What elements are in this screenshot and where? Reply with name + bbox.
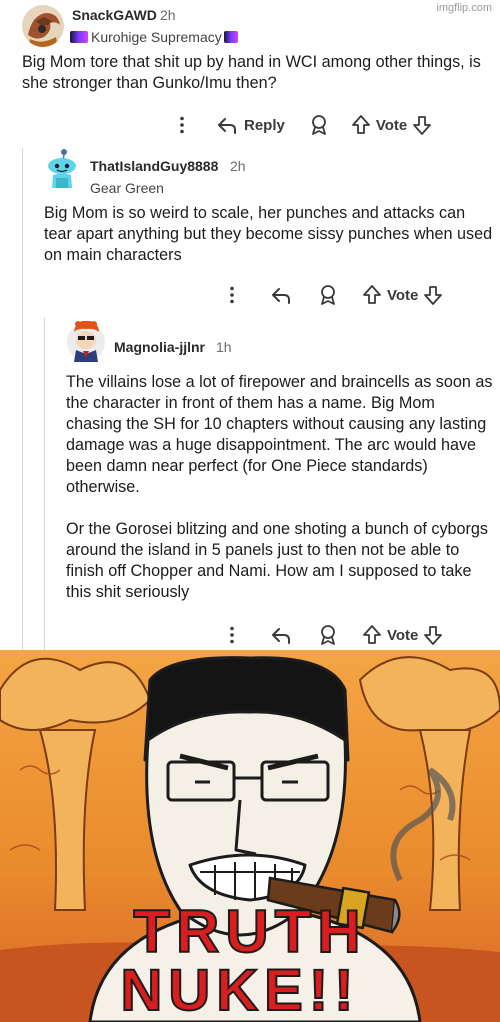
more-options-icon[interactable] bbox=[226, 285, 238, 305]
comment-paragraph: Big Mom is so weird to scale, her punche… bbox=[44, 204, 493, 264]
reply-label: Reply bbox=[244, 116, 285, 134]
avatar[interactable] bbox=[66, 318, 106, 362]
imgflip-watermark: imgflip.com bbox=[436, 2, 492, 14]
flair-label: Gear Green bbox=[90, 180, 164, 196]
comment-actions: Reply Vote bbox=[176, 112, 432, 138]
comment-paragraph: Big Mom tore that shit up by hand in WCI… bbox=[22, 53, 481, 92]
avatar[interactable] bbox=[42, 148, 82, 190]
meme-illustration: TRUTH NUKE!! bbox=[0, 650, 500, 1022]
timestamp: 2h bbox=[230, 158, 246, 174]
timestamp: 1h bbox=[216, 339, 232, 355]
upvote-icon[interactable] bbox=[351, 114, 371, 136]
vote-label: Vote bbox=[387, 626, 419, 644]
upvote-icon[interactable] bbox=[362, 624, 382, 646]
reply-button[interactable] bbox=[270, 625, 292, 645]
reply-button[interactable] bbox=[270, 285, 292, 305]
downvote-icon[interactable] bbox=[412, 114, 432, 136]
award-icon bbox=[311, 115, 326, 135]
reply-button[interactable]: Reply bbox=[216, 115, 285, 135]
flair-emblem-icon bbox=[223, 31, 238, 43]
flair-emblem-icon bbox=[70, 31, 88, 43]
meme-caption-line1: TRUTH bbox=[133, 898, 366, 965]
truth-nuke-meme-image: TRUTH NUKE!! bbox=[0, 650, 500, 1022]
flair-label: Kurohige Supremacy bbox=[91, 29, 222, 45]
timestamp: 2h bbox=[160, 7, 176, 23]
vote-control[interactable]: Vote bbox=[351, 114, 432, 136]
comment-paragraph: The villains lose a lot of firepower and… bbox=[66, 373, 493, 496]
user-flair: Kurohige Supremacy bbox=[70, 29, 238, 45]
comment-body: The villains lose a lot of firepower and… bbox=[66, 372, 494, 603]
reply-icon bbox=[272, 628, 290, 644]
reply-icon bbox=[272, 288, 290, 304]
user-flair: Gear Green bbox=[90, 180, 164, 196]
snoo-avatar-icon bbox=[48, 149, 76, 188]
more-options-icon[interactable] bbox=[176, 115, 188, 135]
vote-label: Vote bbox=[375, 116, 408, 134]
downvote-icon[interactable] bbox=[423, 624, 443, 646]
username[interactable]: SnackGAWD bbox=[72, 7, 157, 23]
reply-icon bbox=[218, 118, 236, 134]
comment-body: Big Mom tore that shit up by hand in WCI… bbox=[22, 52, 492, 94]
meme-caption: TRUTH NUKE!! bbox=[120, 897, 366, 1022]
more-options-icon[interactable] bbox=[226, 625, 238, 645]
award-button[interactable] bbox=[318, 624, 338, 646]
award-icon bbox=[321, 285, 335, 305]
comment-actions: Vote bbox=[226, 282, 443, 308]
award-button[interactable] bbox=[318, 284, 338, 306]
username[interactable]: Magnolia-jjlnr bbox=[114, 339, 205, 355]
username[interactable]: ThatIslandGuy8888 bbox=[90, 158, 218, 174]
avatar-image bbox=[67, 320, 105, 362]
vote-control[interactable]: Vote bbox=[362, 624, 443, 646]
vote-control[interactable]: Vote bbox=[362, 284, 443, 306]
award-icon bbox=[321, 625, 335, 645]
comment-body: Big Mom is so weird to scale, her punche… bbox=[44, 203, 494, 266]
thread-line bbox=[22, 148, 23, 650]
thread-line bbox=[44, 318, 45, 650]
vote-label: Vote bbox=[387, 286, 419, 304]
avatar-image bbox=[22, 5, 64, 47]
upvote-icon[interactable] bbox=[362, 284, 382, 306]
comment-actions: Vote bbox=[226, 622, 443, 648]
downvote-icon[interactable] bbox=[423, 284, 443, 306]
comment-thread-screenshot: imgflip.com SnackGAWD 2h Kurohige Suprem… bbox=[0, 0, 500, 650]
meme-caption-line2: NUKE!! bbox=[121, 958, 360, 1022]
award-button[interactable] bbox=[309, 114, 329, 136]
comment-paragraph: Or the Gorosei blitzing and one shoting … bbox=[66, 520, 489, 601]
avatar[interactable] bbox=[22, 5, 64, 47]
